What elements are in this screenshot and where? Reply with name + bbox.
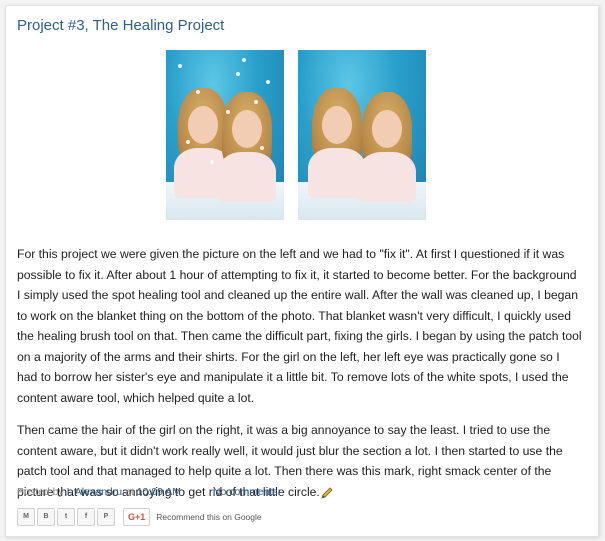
- facebook-share-button[interactable]: f: [77, 508, 95, 526]
- blog-share-button[interactable]: B: [37, 508, 55, 526]
- pinterest-share-button[interactable]: P: [97, 508, 115, 526]
- post-title[interactable]: Project #3, The Healing Project: [17, 17, 224, 34]
- post-footer: Posted by I. Alexandru at 10:09 AM No co…: [17, 486, 281, 498]
- author-link[interactable]: I. Alexandru: [67, 486, 122, 498]
- pencil-icon[interactable]: [320, 486, 334, 500]
- photo-comparison: [166, 50, 428, 222]
- email-share-button[interactable]: M: [17, 508, 35, 526]
- paragraph: For this project we were given the pictu…: [17, 247, 582, 405]
- posted-by-label: Posted by: [17, 486, 64, 498]
- gplus-button[interactable]: G+1: [123, 508, 151, 526]
- original-photo[interactable]: [166, 50, 284, 220]
- comments-link[interactable]: No comments:: [213, 486, 281, 498]
- post-body: For this project we were given the pictu…: [17, 244, 583, 514]
- blog-post: Project #3, The Healing Project For this…: [5, 5, 599, 537]
- share-bar: M B t f P G+1 Recommend this on Google: [17, 508, 262, 526]
- timestamp-link[interactable]: 10:09 AM: [137, 486, 181, 498]
- at-label: at: [125, 486, 134, 498]
- fixed-photo[interactable]: [298, 50, 426, 220]
- twitter-share-button[interactable]: t: [57, 508, 75, 526]
- recommend-label: Recommend this on Google: [156, 512, 262, 522]
